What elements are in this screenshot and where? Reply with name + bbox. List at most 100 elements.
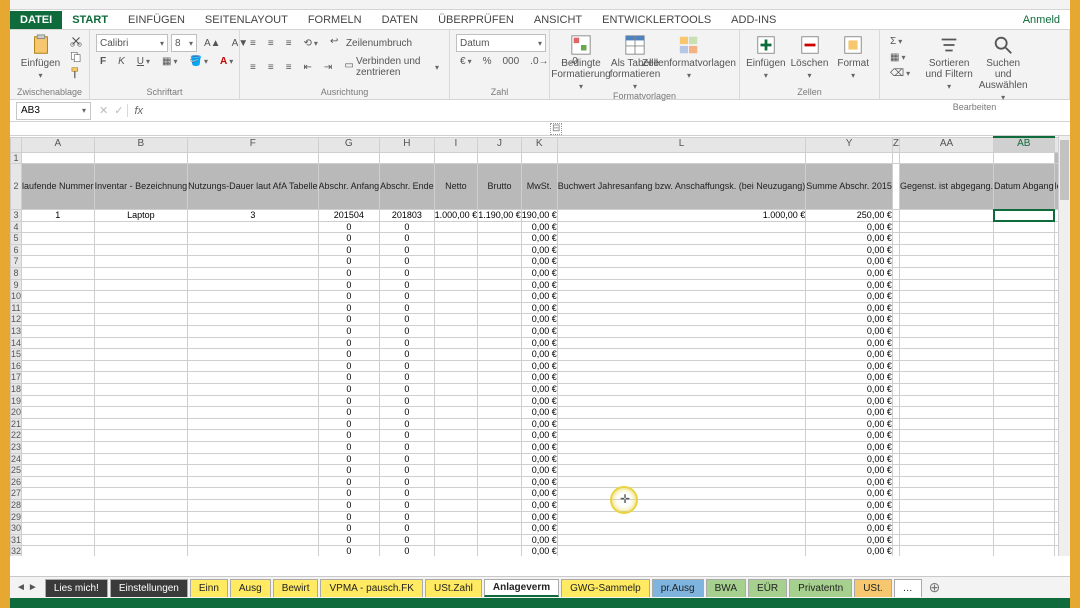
cell[interactable]: 0 — [380, 268, 435, 280]
cell[interactable]: 0,00 € — [521, 268, 557, 280]
cell[interactable] — [994, 314, 1055, 326]
cell[interactable]: 0 — [318, 314, 380, 326]
column-header[interactable]: Z — [892, 137, 899, 152]
cell[interactable] — [94, 326, 188, 338]
border-button[interactable]: ▦▾ — [158, 54, 181, 69]
cell[interactable] — [478, 534, 522, 546]
table-header-cell[interactable]: Abschr. Ende — [380, 164, 435, 210]
cell[interactable] — [557, 337, 806, 349]
cell[interactable] — [892, 326, 899, 338]
cell[interactable] — [188, 291, 318, 303]
cell[interactable] — [94, 372, 188, 384]
find-select-button[interactable]: Suchen und Auswählen▾ — [978, 34, 1028, 102]
wrap-text-button[interactable]: ↩Zeilenumbruch — [326, 34, 416, 52]
cell[interactable] — [899, 210, 993, 222]
sort-filter-button[interactable]: Sortieren und Filtern▾ — [924, 34, 974, 91]
fx-icon[interactable]: fx — [128, 105, 149, 117]
row-header[interactable]: 24 — [11, 453, 22, 465]
cell[interactable] — [434, 349, 478, 361]
column-header[interactable]: J — [478, 137, 522, 152]
table-header-cell[interactable]: Buchwert Jahresanfang bzw. Anschaffungsk… — [557, 164, 806, 210]
table-header-cell[interactable]: Summe Abschr. 2015 — [806, 164, 893, 210]
cell[interactable] — [994, 337, 1055, 349]
cell[interactable] — [434, 372, 478, 384]
cell[interactable] — [994, 233, 1055, 245]
cell[interactable] — [994, 546, 1055, 556]
cell[interactable]: 0 — [380, 256, 435, 268]
cell[interactable] — [434, 314, 478, 326]
cell[interactable] — [94, 488, 188, 500]
row-header[interactable]: 7 — [11, 256, 22, 268]
sheet-tab[interactable]: USt. — [854, 579, 891, 597]
cell[interactable] — [478, 546, 522, 556]
cell[interactable]: 0,00 € — [521, 488, 557, 500]
cell[interactable] — [188, 233, 318, 245]
cell[interactable] — [892, 302, 899, 314]
row-header[interactable]: 31 — [11, 534, 22, 546]
cell[interactable]: 0,00 € — [521, 465, 557, 477]
cell[interactable] — [994, 430, 1055, 442]
cell[interactable]: 0,00 € — [521, 302, 557, 314]
cell[interactable] — [557, 418, 806, 430]
cell[interactable] — [892, 441, 899, 453]
cell[interactable] — [892, 233, 899, 245]
cell[interactable] — [557, 268, 806, 280]
align-left-icon[interactable]: ≡ — [246, 60, 260, 75]
cell[interactable]: 0,00 € — [806, 349, 893, 361]
cell[interactable] — [188, 407, 318, 419]
cell[interactable] — [478, 221, 522, 233]
cell[interactable] — [899, 534, 993, 546]
cell[interactable] — [94, 256, 188, 268]
cell-styles-button[interactable]: Zellenformatvorlagen▾ — [664, 34, 714, 80]
cell[interactable]: 0 — [318, 395, 380, 407]
cell[interactable]: 0 — [318, 465, 380, 477]
cell[interactable]: 0 — [318, 372, 380, 384]
cell[interactable]: 0,00 € — [806, 534, 893, 546]
cell[interactable] — [188, 546, 318, 556]
cell[interactable] — [892, 291, 899, 303]
cell[interactable] — [188, 523, 318, 535]
column-header[interactable]: Y — [806, 137, 893, 152]
cell[interactable]: 250,00 € — [806, 210, 893, 222]
cell[interactable] — [899, 326, 993, 338]
cell[interactable] — [899, 372, 993, 384]
cell[interactable] — [188, 279, 318, 291]
cell[interactable] — [22, 302, 95, 314]
cell[interactable] — [892, 453, 899, 465]
cell[interactable] — [899, 430, 993, 442]
cell[interactable]: 0,00 € — [806, 337, 893, 349]
cell[interactable] — [22, 430, 95, 442]
cell[interactable] — [94, 302, 188, 314]
sheet-tab[interactable]: Anlageverm — [484, 579, 559, 597]
cell[interactable] — [434, 291, 478, 303]
cell[interactable]: 0,00 € — [521, 407, 557, 419]
column-header[interactable]: AA — [899, 137, 993, 152]
cell[interactable] — [899, 152, 993, 164]
row-header[interactable]: 22 — [11, 430, 22, 442]
cell[interactable]: 0,00 € — [806, 441, 893, 453]
table-header-cell[interactable]: Nutzungs-Dauer laut AfA Tabelle — [188, 164, 318, 210]
cell[interactable] — [188, 337, 318, 349]
cell[interactable]: 0 — [380, 465, 435, 477]
cell[interactable] — [22, 418, 95, 430]
cell[interactable]: 0 — [380, 360, 435, 372]
cell[interactable] — [994, 360, 1055, 372]
cell[interactable] — [899, 221, 993, 233]
align-middle-icon[interactable]: ≡ — [264, 36, 278, 51]
row-header[interactable]: 12 — [11, 314, 22, 326]
cell[interactable] — [94, 384, 188, 396]
cell[interactable] — [22, 244, 95, 256]
row-header[interactable]: 21 — [11, 418, 22, 430]
cell[interactable]: 0 — [380, 279, 435, 291]
worksheet-grid[interactable]: ABFGHIJKLYZAAABACADAEAFAGAHAI12015122lau… — [10, 136, 1070, 556]
cell[interactable] — [22, 523, 95, 535]
font-size-select[interactable]: 8▾ — [171, 34, 197, 52]
cell[interactable] — [22, 279, 95, 291]
cell[interactable] — [94, 523, 188, 535]
cut-icon[interactable] — [69, 34, 83, 48]
cell[interactable] — [994, 279, 1055, 291]
cell[interactable] — [994, 418, 1055, 430]
cell[interactable]: 0,00 € — [521, 476, 557, 488]
cell[interactable] — [188, 488, 318, 500]
column-header[interactable]: L — [557, 137, 806, 152]
